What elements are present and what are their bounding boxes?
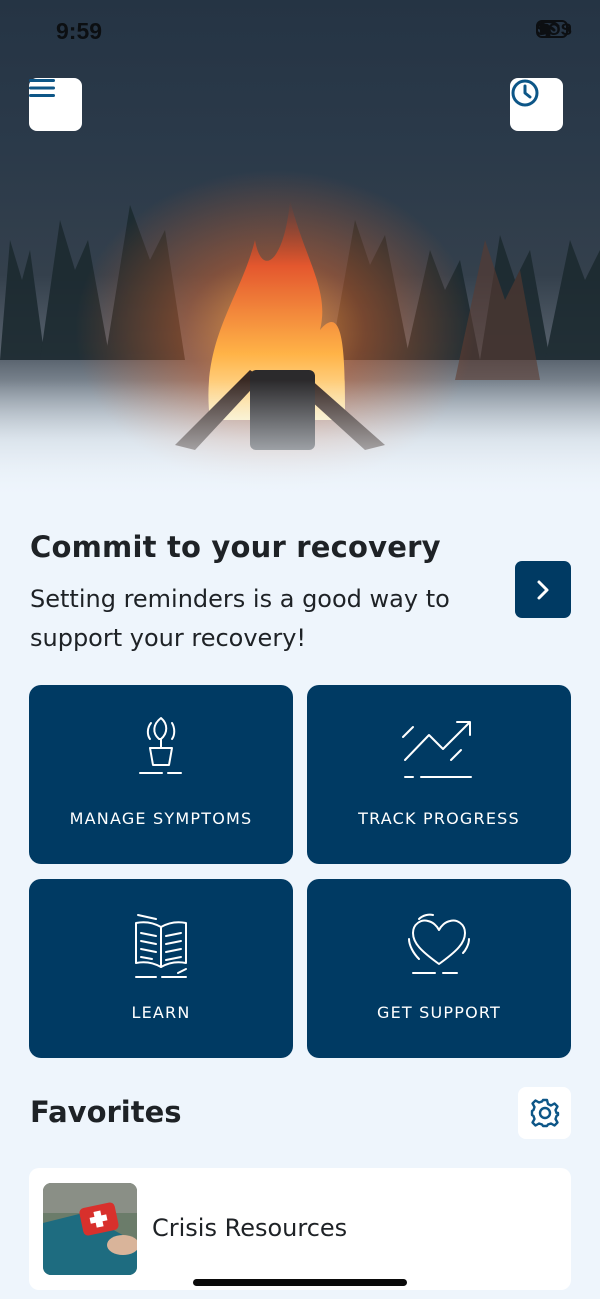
menu-button[interactable] <box>29 78 82 131</box>
favorites-settings-button[interactable] <box>518 1087 571 1139</box>
plant-pot-icon <box>139 717 182 774</box>
history-button[interactable] <box>510 78 563 131</box>
battery-icon <box>536 20 572 38</box>
favorites-title: Favorites <box>30 1095 182 1129</box>
trend-up-icon <box>402 721 472 778</box>
first-aid-kit-image <box>43 1183 137 1275</box>
status-bar: 9:59 SOS <box>0 0 600 64</box>
tile-track-progress[interactable]: TRACK PROGRESS <box>307 685 571 864</box>
commit-arrow-button[interactable] <box>515 561 571 618</box>
status-time: 9:59 <box>56 18 103 44</box>
favorite-item-label: Crisis Resources <box>152 1214 348 1242</box>
hero-campfire-image: 9:59 SOS <box>0 0 600 500</box>
home-indicator <box>193 1279 407 1286</box>
commit-title: Commit to your recovery <box>30 530 441 564</box>
tile-learn[interactable]: LEARN <box>29 879 293 1058</box>
status-indicators: SOS <box>536 20 572 40</box>
tile-label: GET SUPPORT <box>376 1003 502 1022</box>
hamburger-menu-icon <box>29 79 55 97</box>
clock-icon <box>511 79 539 107</box>
open-book-icon <box>135 914 187 978</box>
commit-description: Setting reminders is a good way to suppo… <box>30 585 450 652</box>
tile-label: MANAGE SYMPTOMS <box>69 809 253 828</box>
tile-get-support[interactable]: GET SUPPORT <box>307 879 571 1058</box>
chevron-right-icon <box>537 580 549 599</box>
gear-icon <box>530 1098 559 1128</box>
tile-label: LEARN <box>131 1003 191 1022</box>
tile-label: TRACK PROGRESS <box>358 809 520 828</box>
heart-icon <box>408 913 470 974</box>
campfire-illustration <box>0 170 600 500</box>
favorite-item-crisis-resources[interactable]: Crisis Resources <box>29 1168 571 1290</box>
tile-manage-symptoms[interactable]: MANAGE SYMPTOMS <box>29 685 293 864</box>
